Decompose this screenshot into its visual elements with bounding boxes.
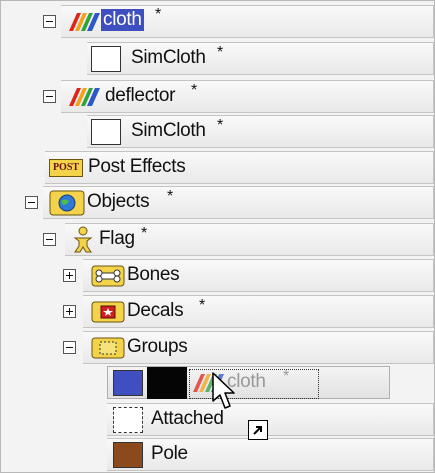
tree-item-label: Bones [127,264,180,285]
expand-toggle[interactable] [63,305,76,318]
modified-marker: * [141,225,147,242]
tree-item-label: SimCloth [131,47,206,68]
tree-item-pole[interactable]: Pole [1,437,434,472]
blue-swatch-icon [113,370,143,396]
tree-item-post-effects[interactable]: POST Post Effects [1,150,434,185]
scene-tree-panel: cloth * SimCloth * deflector * SimCloth … [0,0,435,473]
tree-item-simcloth[interactable]: SimCloth * [1,41,434,76]
post-effects-icon: POST [49,159,83,177]
tree-item-deflector[interactable]: deflector * [1,79,434,114]
tree-item-bones[interactable]: Bones [1,258,434,293]
tree-item-label: SimCloth [131,120,206,141]
tree-item-label: Pole [151,443,188,464]
tree-item-label: Post Effects [88,156,186,177]
tree-item-decals[interactable]: Decals * [1,294,434,329]
collapse-toggle[interactable] [25,196,38,209]
brown-swatch-icon [113,442,143,468]
tree-item-label: Objects [87,191,150,212]
tree-item-label: deflector [105,85,176,106]
rainbow-material-icon [69,88,100,106]
tree-item-label: Attached [151,408,224,429]
expand-toggle[interactable] [63,269,76,282]
arrow-cursor-icon [212,372,235,409]
modified-marker: * [191,82,197,99]
tree-item-simcloth[interactable]: SimCloth * [1,114,434,149]
collapse-toggle[interactable] [43,15,56,28]
objects-globe-icon [49,190,85,216]
modified-marker: * [199,297,205,314]
collapse-toggle[interactable] [63,341,76,354]
rainbow-material-icon [69,13,100,31]
collapse-toggle[interactable] [43,90,56,103]
white-swatch-icon [91,119,121,145]
white-swatch-icon [91,46,121,72]
tree-item-flag[interactable]: Flag * [1,222,434,257]
decals-icon [91,301,125,323]
tree-item-objects[interactable]: Objects * [1,185,434,220]
modified-marker: * [167,188,173,205]
tree-item-cloth[interactable]: cloth * [1,4,434,39]
modified-marker: * [217,44,223,61]
tree-item-label: Groups [127,336,188,357]
drag-ghost-outline [189,369,319,399]
modified-marker: * [155,6,161,23]
bones-icon [91,265,125,287]
tree-item-label: Flag [99,228,135,249]
shortcut-arrow-icon [248,420,268,440]
tree-item-groups[interactable]: Groups [1,330,434,365]
groups-icon [91,337,125,359]
collapse-toggle[interactable] [43,233,56,246]
black-swatch-icon [147,367,187,399]
tree-item-label: cloth [101,9,144,31]
figure-icon [73,226,93,253]
tree-item-label: Decals [127,300,184,321]
dashed-swatch-icon [113,407,143,433]
modified-marker: * [217,117,223,134]
